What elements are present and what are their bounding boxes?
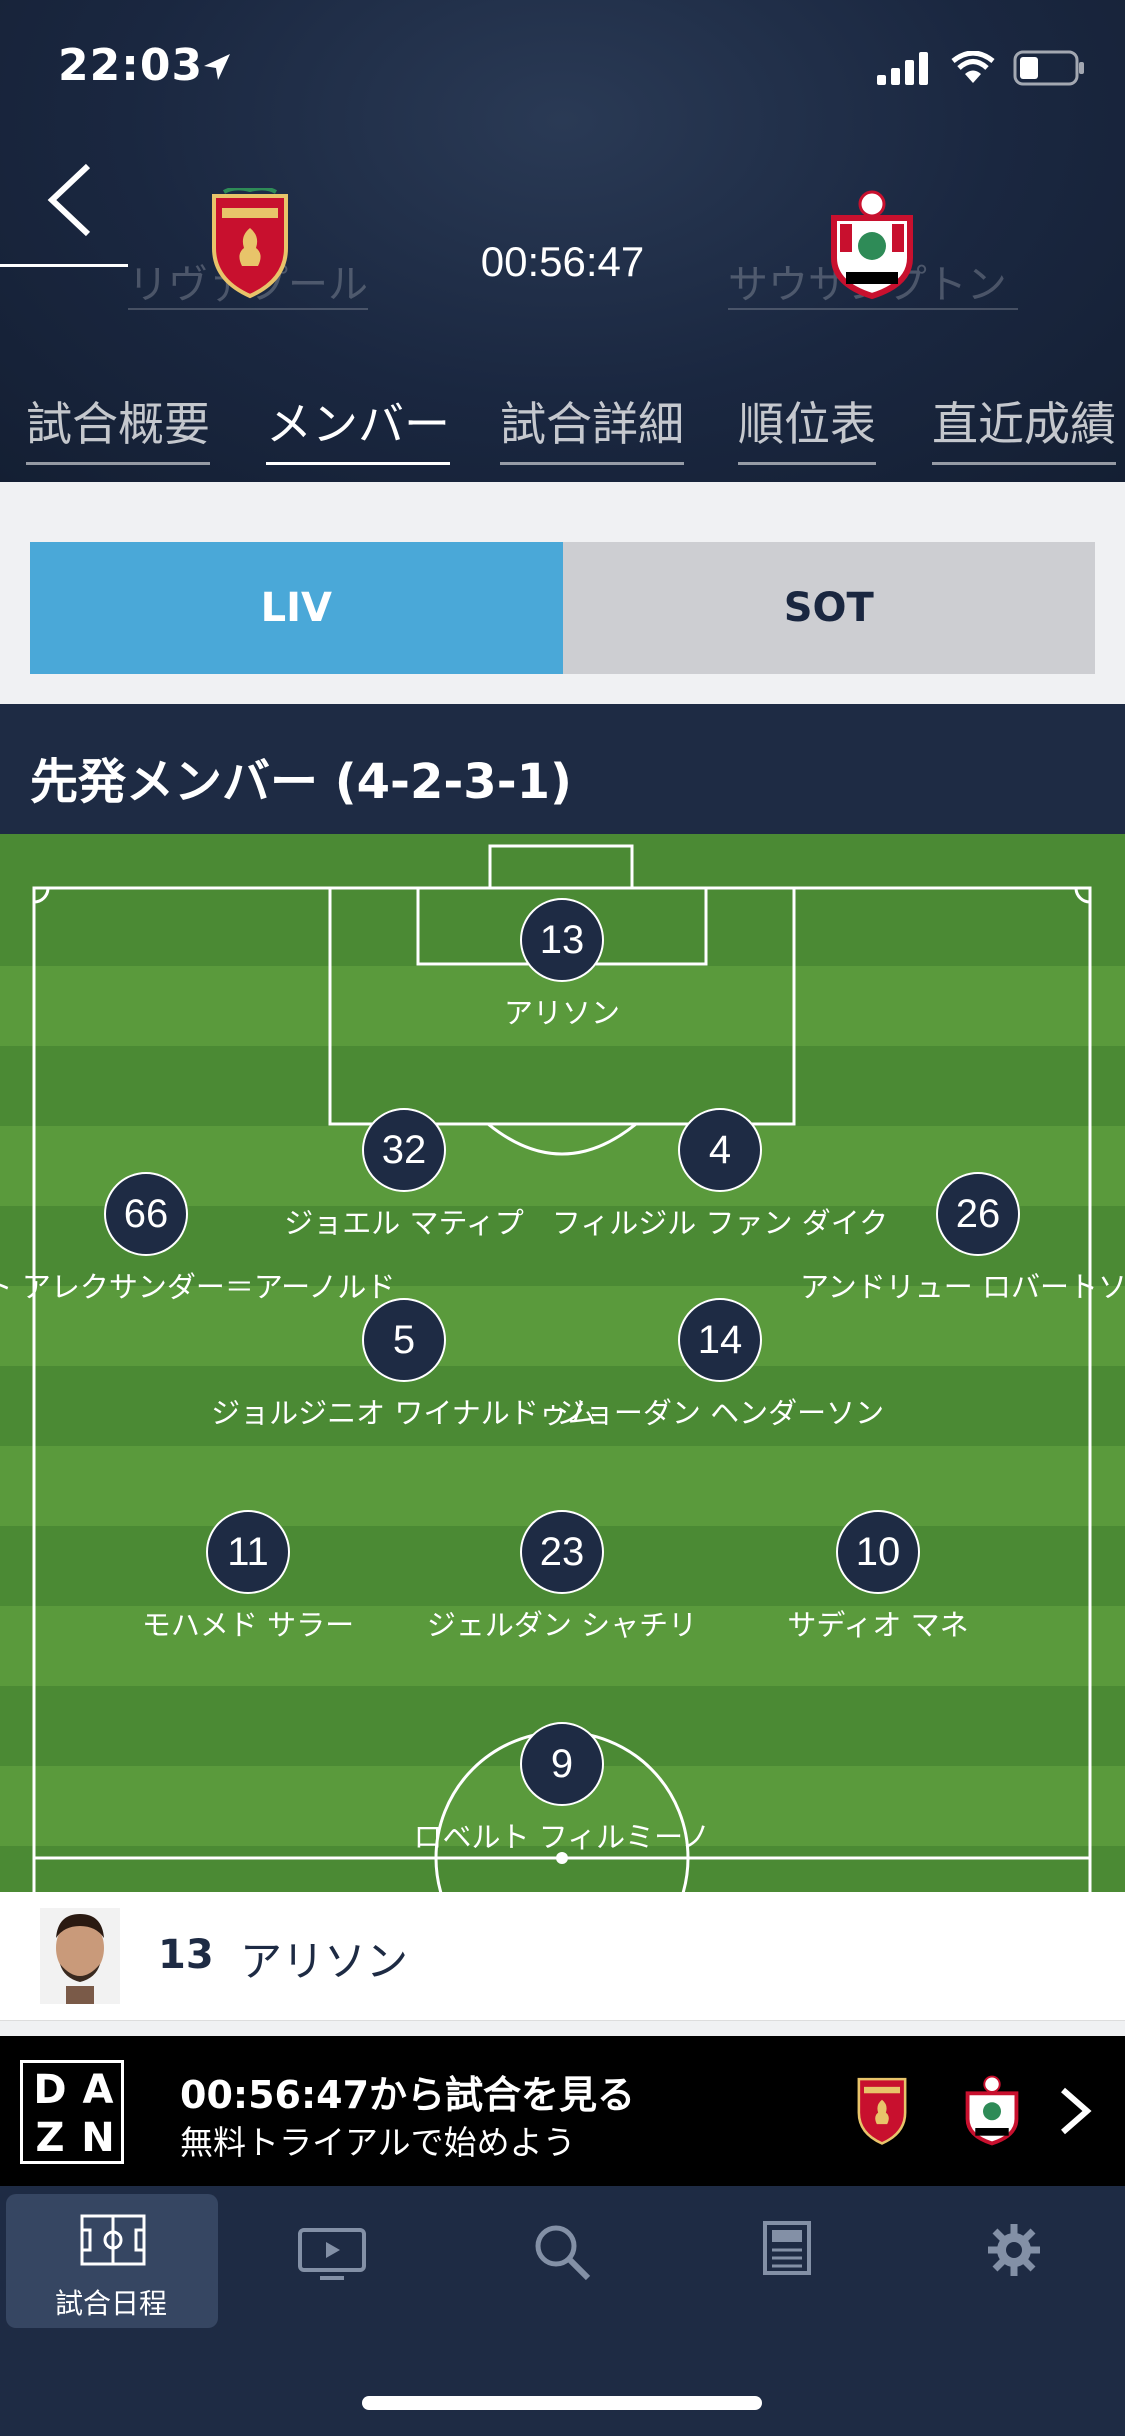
selected-player-number: 13 <box>158 1932 214 1978</box>
lineup-title: 先発メンバー (4-2-3-1) <box>30 754 572 810</box>
dazn-promo-banner[interactable]: D A Z N 00:56:47から試合を見る 無料トライアルで始めよう <box>0 2036 1125 2186</box>
player-name: ロベルト フィルミーノ <box>413 1820 711 1854</box>
formation-pitch: 13 アリソン 32 ジョエル マティプ 4 フィルジル ファン ダイク 66 … <box>0 834 1125 1892</box>
chevron-left-icon <box>47 163 91 237</box>
player-name: ジョーダン ヘンダーソン <box>555 1396 885 1430</box>
player-name: アンドリュー ロバートソン <box>799 1270 1125 1304</box>
lineup-section-header: 先発メンバー (4-2-3-1) <box>0 704 1125 834</box>
toggle-home-team[interactable]: LIV <box>30 542 563 674</box>
tab-overview[interactable]: 試合概要 <box>26 388 210 465</box>
liverpool-crest-small-icon <box>852 2074 912 2146</box>
tv-icon[interactable] <box>296 2226 368 2282</box>
player-number: 4 <box>678 1108 762 1192</box>
search-icon[interactable] <box>530 2220 594 2284</box>
player-number: 26 <box>936 1172 1020 1256</box>
home-indicator <box>362 2396 762 2410</box>
chevron-right-icon <box>1055 2086 1095 2136</box>
player-name: トレント アレクサンダー＝アーノルド <box>0 1270 396 1304</box>
nav-label-schedule: 試合日程 <box>54 2287 167 2320</box>
news-icon[interactable] <box>762 2220 812 2276</box>
tab-bar: 試合概要 メンバー 試合詳細 順位表 直近成績 <box>0 388 1125 465</box>
player-number: 5 <box>362 1298 446 1382</box>
tab-standings[interactable]: 順位表 <box>738 388 876 465</box>
schedule-icon <box>80 2214 146 2266</box>
player-number: 11 <box>206 1510 290 1594</box>
wifi-icon <box>951 51 995 83</box>
match-header: 22:03 リヴァプール サウサンプトン <box>0 0 1125 482</box>
status-time: 22:03 <box>58 40 204 91</box>
team-toggle: LIV SOT <box>30 542 1095 674</box>
back-button[interactable] <box>40 160 100 240</box>
player-name: サディオ マネ <box>787 1608 969 1642</box>
player-number: 9 <box>520 1722 604 1806</box>
player-number: 10 <box>836 1510 920 1594</box>
status-icons <box>877 48 1085 88</box>
player-name: アリソン <box>503 996 620 1030</box>
battery-icon <box>1013 50 1084 86</box>
tab-recent-form[interactable]: 直近成績 <box>932 388 1116 465</box>
southampton-crest-small-icon <box>962 2074 1022 2146</box>
player-avatar <box>40 1908 120 2004</box>
settings-icon[interactable] <box>984 2220 1044 2280</box>
player-name: フィルジル ファン ダイク <box>551 1206 889 1240</box>
nav-item-schedule[interactable]: 試合日程 <box>6 2194 218 2328</box>
tab-details[interactable]: 試合詳細 <box>500 388 684 465</box>
dazn-logo: D A Z N <box>20 2060 124 2164</box>
player-number: 32 <box>362 1108 446 1192</box>
player-number: 13 <box>520 898 604 982</box>
location-arrow-icon <box>200 50 234 88</box>
promo-subline: 無料トライアルで始めよう <box>180 2123 576 2162</box>
toggle-away-team[interactable]: SOT <box>562 542 1095 674</box>
promo-headline: 00:56:47から試合を見る <box>180 2073 636 2117</box>
tab-members[interactable]: メンバー <box>266 388 450 465</box>
match-clock: 00:56:47 <box>480 238 645 285</box>
player-number: 23 <box>520 1510 604 1594</box>
selected-player-name: アリソン <box>240 1937 409 1986</box>
player-number: 14 <box>678 1298 762 1382</box>
player-number: 66 <box>104 1172 188 1256</box>
player-list-item[interactable]: 13 アリソン <box>0 1892 1125 2021</box>
signal-icon <box>877 52 928 85</box>
